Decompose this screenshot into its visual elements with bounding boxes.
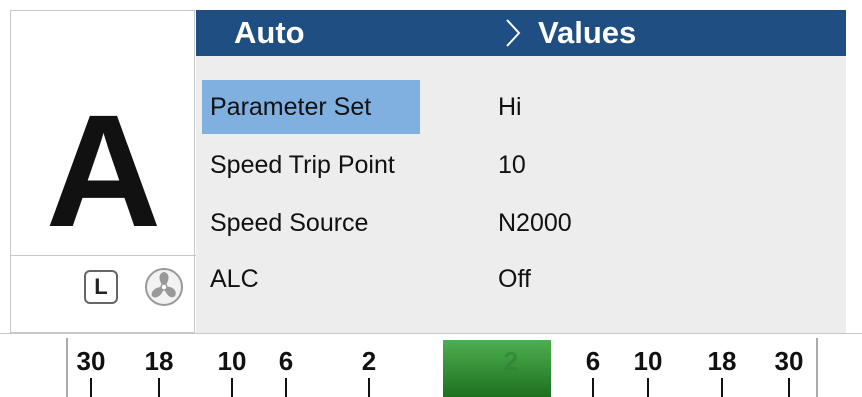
tick-mark [647, 378, 649, 397]
status-icon-row: L [11, 255, 196, 313]
speed-scale: 30 18 10 6 2 2 6 10 18 30 [0, 333, 862, 397]
breadcrumb-values[interactable]: Values [538, 15, 636, 51]
tick-label: 18 [144, 346, 174, 376]
list-item[interactable]: Parameter Set Hi [196, 80, 846, 134]
tick-label: 6 [278, 346, 294, 376]
scale-indicator [443, 340, 551, 397]
tick-mark [368, 378, 370, 397]
list-item[interactable]: Speed Trip Point 10 [196, 138, 846, 192]
tick-mark [721, 378, 723, 397]
local-badge-icon[interactable]: L [84, 270, 118, 304]
row-value: Hi [498, 93, 522, 121]
tick-mark [788, 378, 790, 397]
row-label[interactable]: ALC [202, 252, 420, 306]
tick-label: 10 [633, 346, 663, 376]
mode-panel: A L [10, 10, 196, 333]
tick-label: 30 [76, 346, 106, 376]
tick-label: 18 [707, 346, 737, 376]
scale-left-section [66, 338, 440, 397]
tick-label: 6 [585, 346, 601, 376]
values-panel: Auto Values Parameter Set Hi Speed Trip … [196, 10, 846, 333]
tick-mark [158, 378, 160, 397]
tick-mark [90, 378, 92, 397]
row-value: 10 [498, 151, 526, 179]
tick-label: 2 [503, 346, 519, 376]
mode-letter: A [45, 81, 162, 260]
tick-mark [231, 378, 233, 397]
chevron-right-icon [506, 19, 521, 47]
breadcrumb-auto[interactable]: Auto [234, 15, 305, 51]
tick-label: 2 [361, 346, 377, 376]
tick-mark [285, 378, 287, 397]
row-value: Off [498, 265, 531, 293]
row-label[interactable]: Speed Source [202, 196, 420, 250]
fan-icon[interactable] [144, 267, 184, 307]
row-label[interactable]: Parameter Set [202, 80, 420, 134]
list-item[interactable]: ALC Off [196, 252, 846, 306]
tick-mark [592, 378, 594, 397]
breadcrumb: Auto Values [196, 10, 846, 56]
tick-label: 10 [217, 346, 247, 376]
row-value: N2000 [498, 209, 572, 237]
row-label[interactable]: Speed Trip Point [202, 138, 420, 192]
tick-label: 30 [774, 346, 804, 376]
list-item[interactable]: Speed Source N2000 [196, 196, 846, 250]
